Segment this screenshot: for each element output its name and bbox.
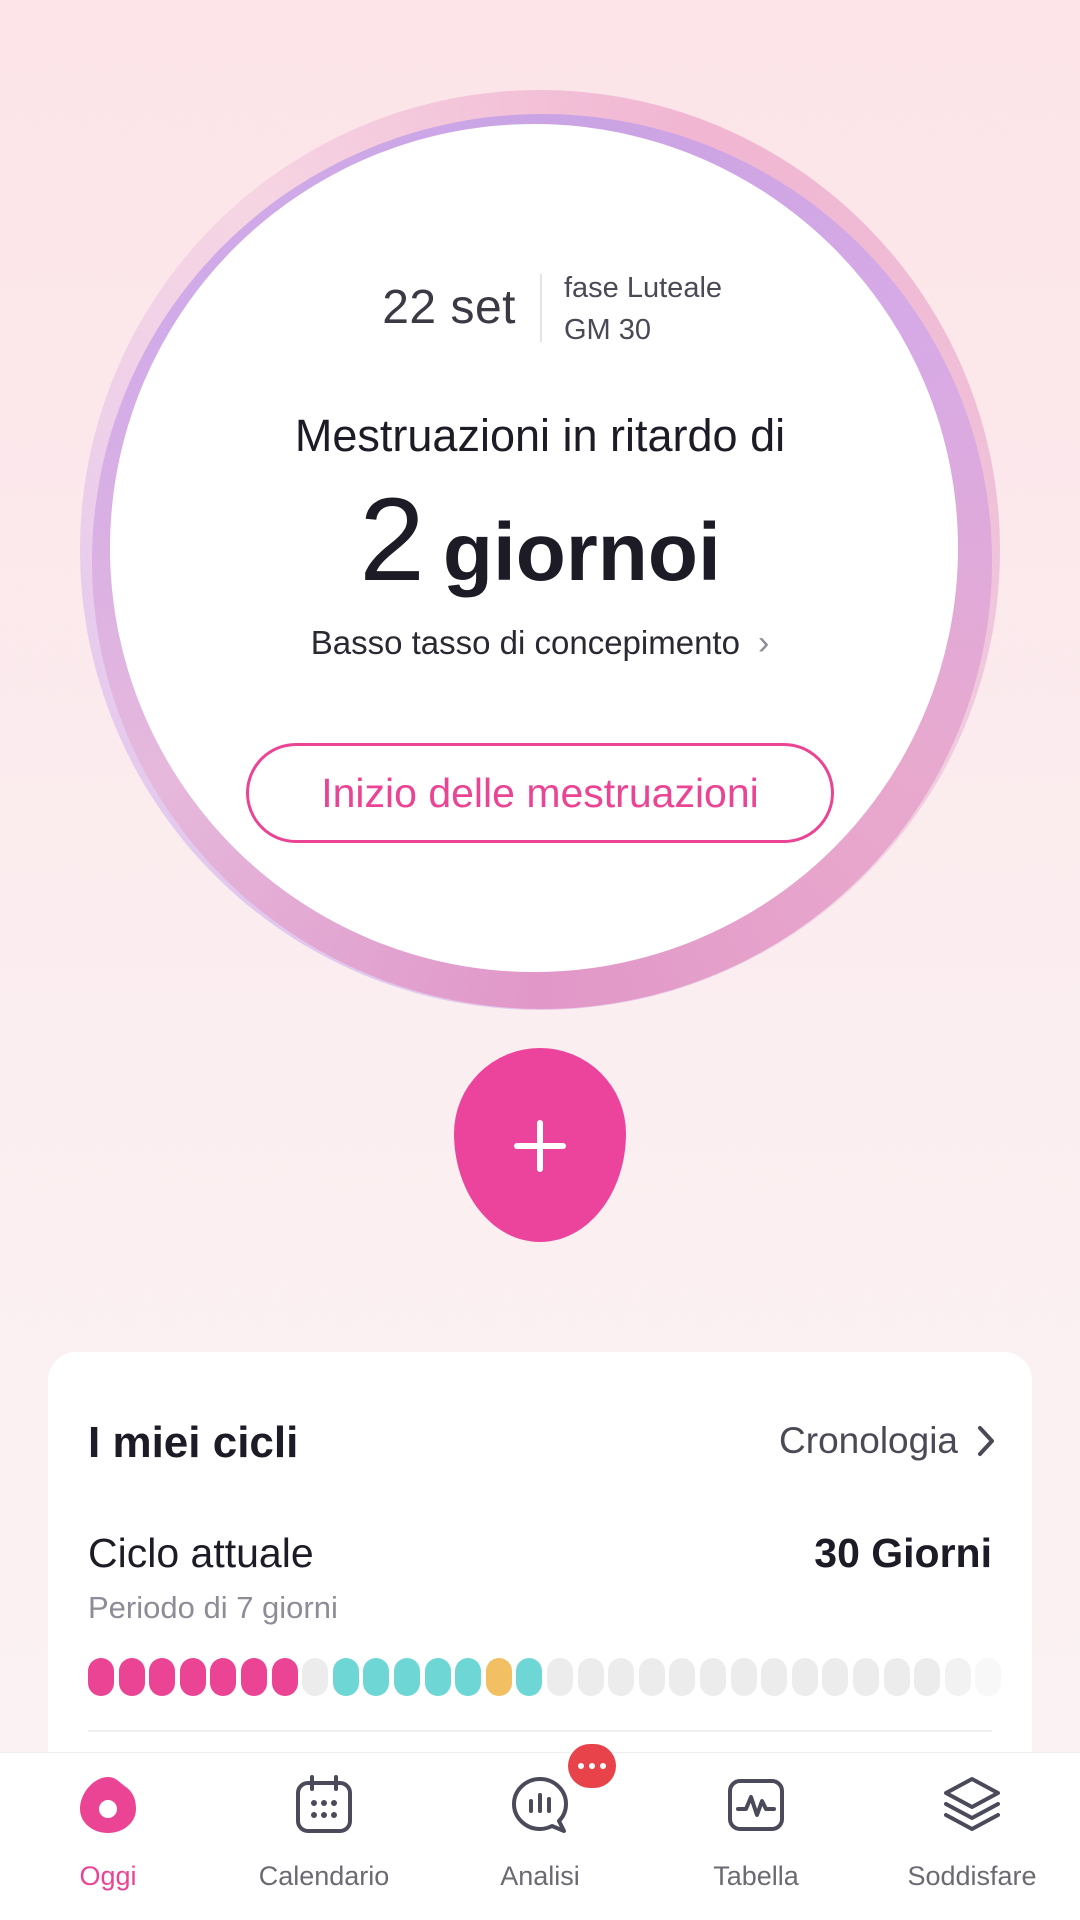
notification-badge [568, 1744, 616, 1788]
cycle-day-dot [424, 1658, 451, 1696]
nav-label-chart: Tabella [713, 1861, 799, 1891]
cycle-day-dot [118, 1658, 145, 1696]
cycle-day-dot [975, 1658, 1002, 1696]
today-icon [80, 1777, 136, 1833]
cycle-day-dot [302, 1658, 329, 1696]
more-dots-icon [578, 1763, 584, 1769]
nav-item-chart[interactable]: Tabella [648, 1753, 864, 1920]
cycle-day-dot [455, 1658, 482, 1696]
chevron-right-icon [978, 1426, 994, 1456]
cycle-day-dot [761, 1658, 788, 1696]
cycle-day-dot [394, 1658, 420, 1696]
cycle-day-dot [944, 1658, 971, 1696]
cycle-phase: fase Luteale [564, 272, 723, 304]
card-divider [88, 1730, 992, 1732]
cycle-day-dot [332, 1658, 359, 1696]
start-period-button[interactable]: Inizio delle mestruazioni [246, 743, 834, 843]
cycle-day-dot [88, 1658, 114, 1696]
delay-title: Mestruazioni in ritardo di [294, 410, 786, 461]
nav-item-layers[interactable]: Soddisfare [864, 1753, 1080, 1920]
cycle-day-dot [210, 1658, 237, 1696]
layers-icon [944, 1777, 1000, 1831]
cycle-day-dot [638, 1658, 665, 1696]
analysis-icon [512, 1777, 568, 1833]
cycle-day-dot [822, 1658, 849, 1696]
conception-rate-label: Basso tasso di concepimento [310, 624, 740, 661]
nav-item-calendar[interactable]: Calendario [216, 1753, 432, 1920]
cycle-day: GM 30 [564, 314, 652, 346]
start-period-label: Inizio delle mestruazioni [321, 769, 759, 816]
nav-label-calendar: Calendario [258, 1861, 390, 1891]
cycle-day-dot [547, 1658, 573, 1696]
cycle-day-dot [485, 1658, 512, 1696]
nav-label-today: Oggi [79, 1861, 137, 1891]
cycle-day-dot [791, 1658, 818, 1696]
conception-rate-link[interactable]: Basso tasso di concepimento › [0, 624, 1080, 663]
current-date: 22 set [382, 281, 516, 334]
card-title: I miei cicli [88, 1418, 299, 1467]
delay-unit: giornoi [442, 507, 721, 598]
cycle-day-dot [853, 1658, 879, 1696]
add-log-button[interactable] [454, 1048, 626, 1242]
cycle-day-dot [516, 1658, 543, 1696]
cycle-day-dot [883, 1658, 910, 1696]
cycle-day-dot [577, 1658, 604, 1696]
cycle-day-dot [914, 1658, 941, 1696]
cycle-day-dot [669, 1658, 696, 1696]
calendar-icon [296, 1775, 352, 1833]
cycle-day-dot [179, 1658, 206, 1696]
cycle-day-dot [241, 1658, 267, 1696]
current-cycle-label: Ciclo attuale [88, 1530, 314, 1576]
nav-label-analysis: Analisi [500, 1861, 580, 1891]
delay-days: 2 giornoi [0, 472, 1080, 608]
current-cycle-days: 30 Giorni [814, 1530, 992, 1576]
cycle-day-dot [608, 1658, 635, 1696]
cycle-day-dot [363, 1658, 390, 1696]
chevron-right-icon: › [757, 624, 770, 662]
period-length-note: Periodo di 7 giorni [88, 1590, 338, 1625]
chart-icon [728, 1779, 784, 1831]
nav-item-analysis[interactable]: Analisi [432, 1753, 648, 1920]
cycle-day-bar [88, 1658, 1008, 1698]
delay-number: 2 [359, 474, 425, 606]
cycle-day-dot [149, 1658, 176, 1696]
cycle-day-dot [700, 1658, 726, 1696]
date-divider [540, 274, 542, 342]
nav-item-today[interactable]: Oggi [0, 1753, 216, 1920]
bottom-nav: Oggi Calendario Analisi Tabella Soddisfa… [0, 1752, 1080, 1920]
cycle-day-dot [730, 1658, 757, 1696]
nav-label-layers: Soddisfare [907, 1861, 1037, 1891]
history-link[interactable]: Cronologia [779, 1420, 996, 1462]
cycle-day-dot [271, 1658, 298, 1696]
date-block: 22 set fase Luteale GM 30 [0, 270, 1080, 350]
history-label: Cronologia [779, 1420, 958, 1461]
